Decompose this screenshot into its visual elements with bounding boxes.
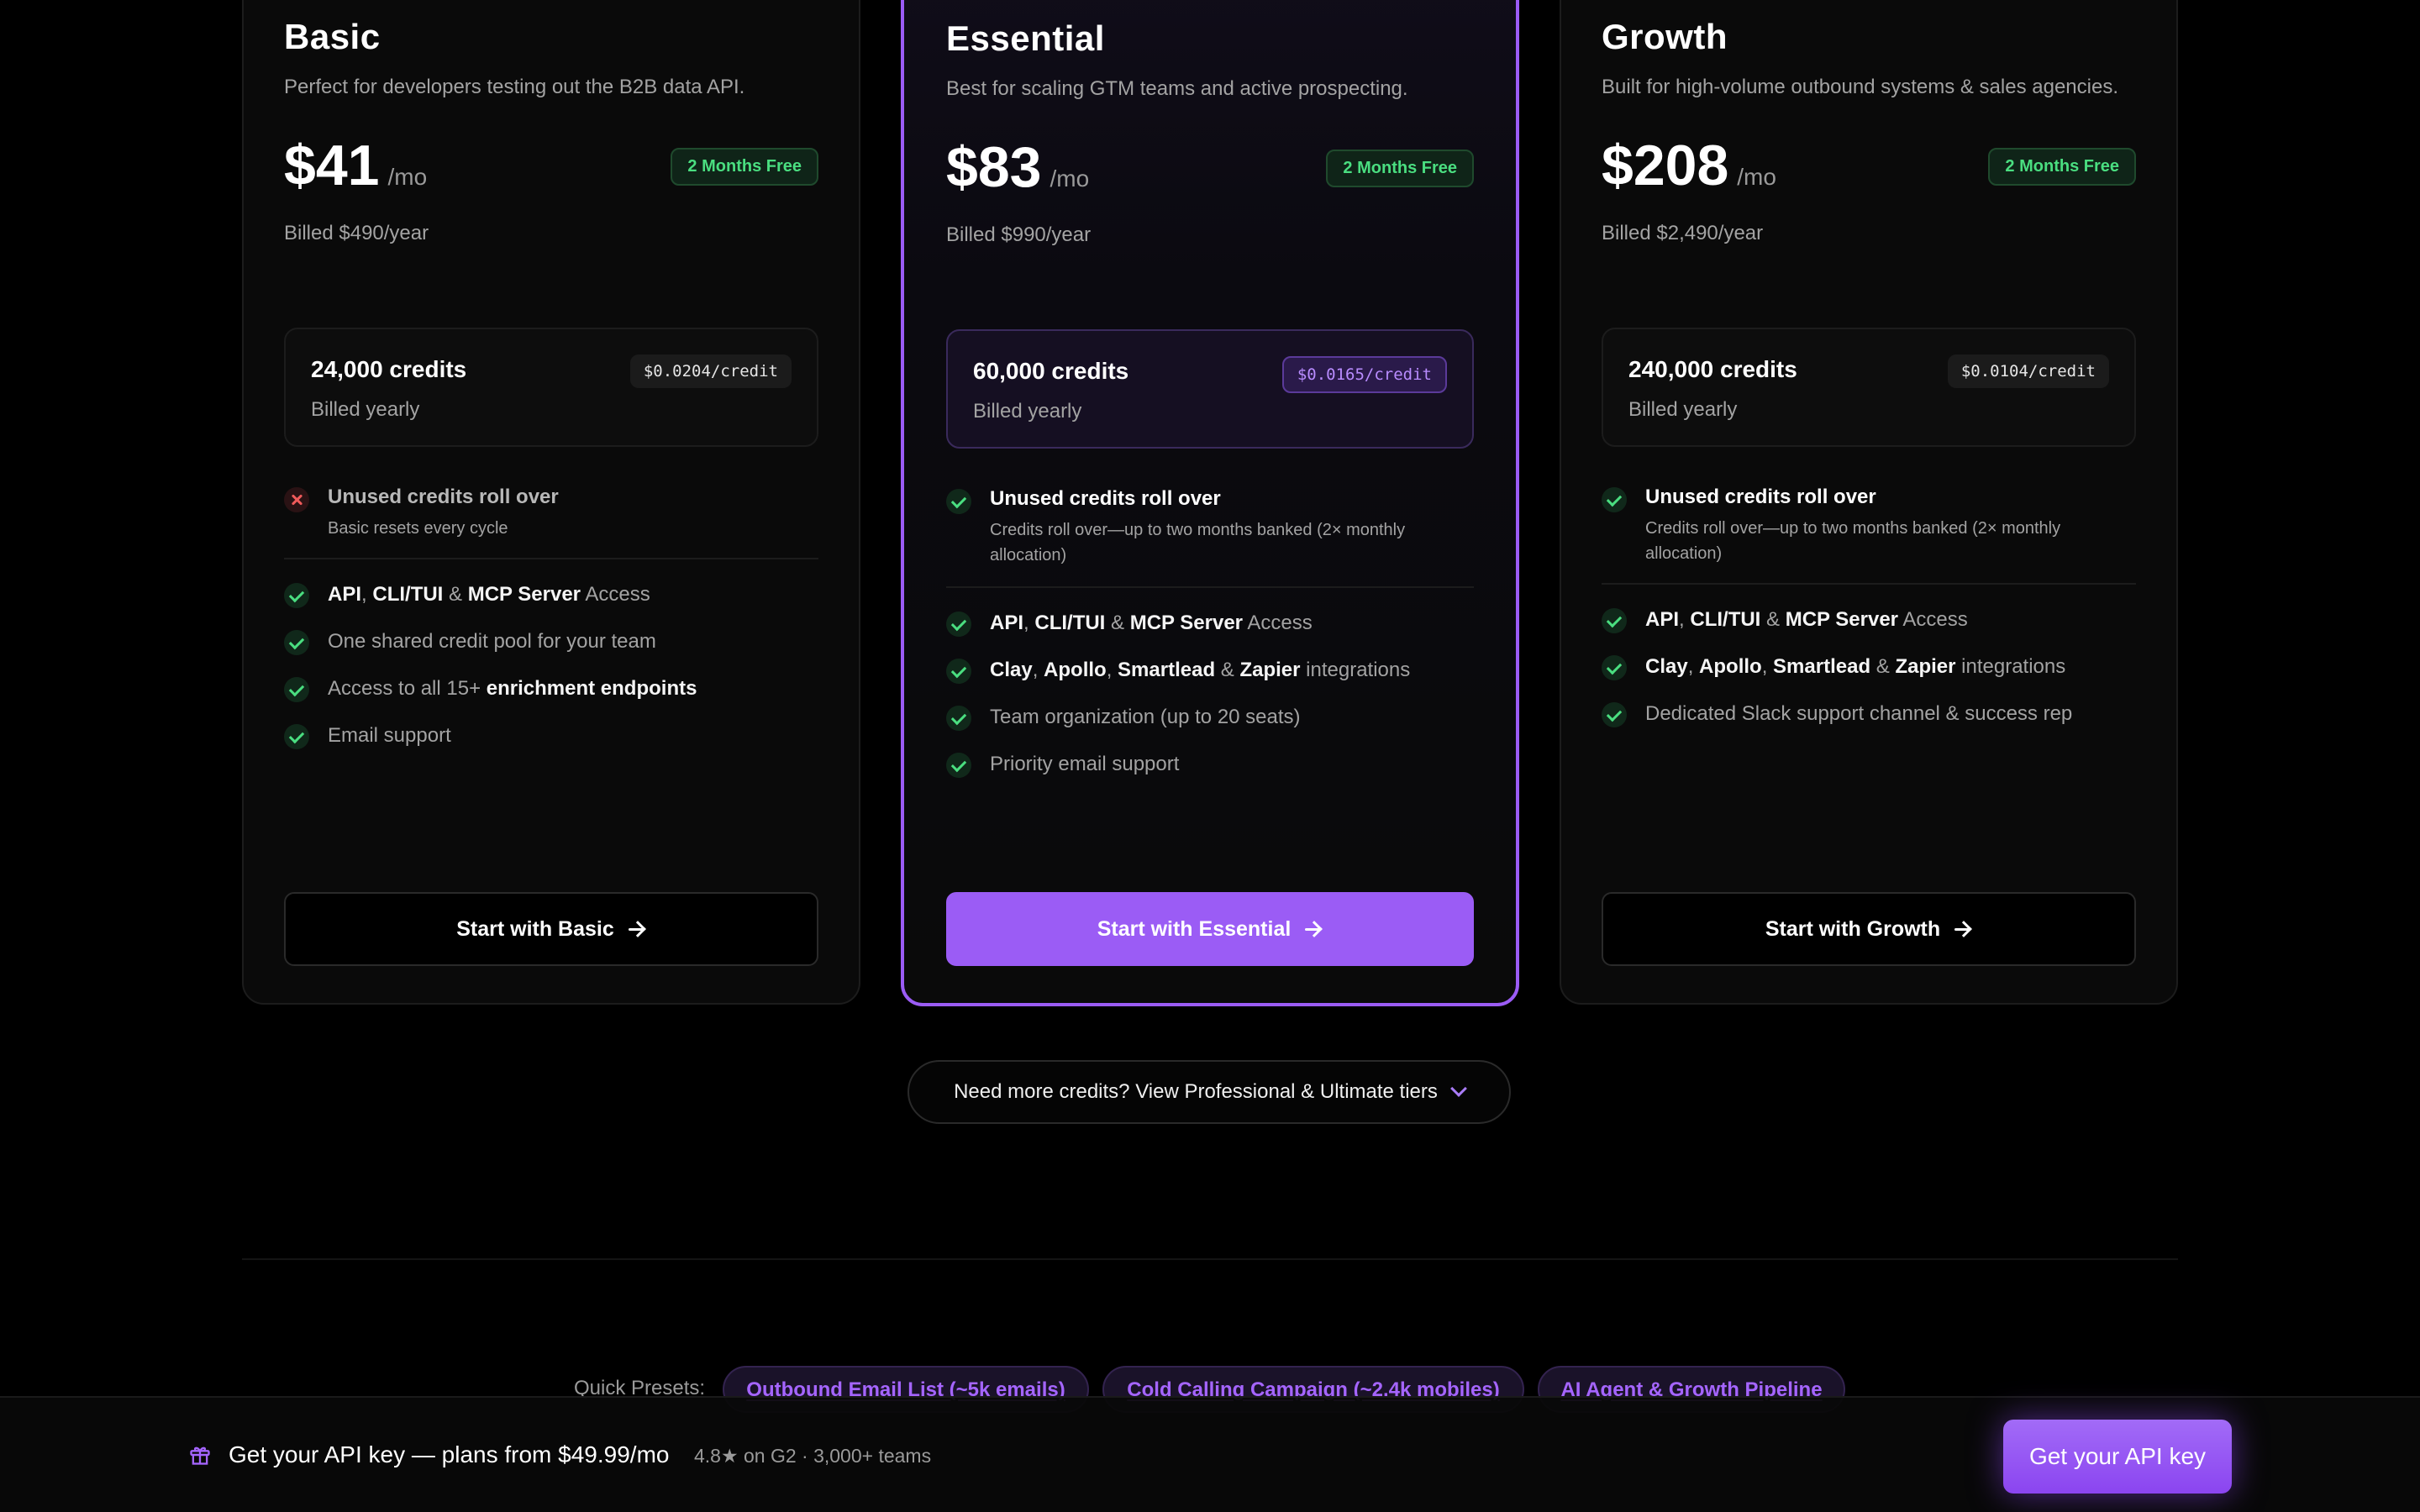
feature-item: Dedicated Slack support channel & succes… bbox=[1602, 701, 2136, 748]
price-row: $83/mo 2 Months Free bbox=[946, 134, 1474, 202]
gift-icon bbox=[190, 1446, 210, 1465]
check-icon bbox=[946, 706, 971, 731]
per-credit-price: $0.0104/credit bbox=[1947, 354, 2109, 388]
rollover-note: Basic resets every cycle bbox=[328, 519, 508, 538]
feature-item: API, CLI/TUI & MCP Server Access bbox=[946, 610, 1474, 657]
credits-amount: 240,000 credits bbox=[1628, 356, 1797, 382]
rollover-title: Unused credits roll over bbox=[990, 487, 1221, 510]
feature-item: Priority email support bbox=[946, 751, 1474, 798]
plan-name: Basic bbox=[284, 17, 381, 56]
plan-description: Perfect for developers testing out the B… bbox=[284, 76, 745, 98]
price: $41/mo bbox=[284, 134, 428, 197]
plan-description: Best for scaling GTM teams and active pr… bbox=[946, 77, 1408, 100]
check-icon bbox=[1602, 487, 1627, 512]
cross-icon bbox=[284, 487, 309, 512]
pricing-page: Basic Perfect for developers testing out… bbox=[0, 0, 2420, 1512]
divider bbox=[1602, 583, 2136, 585]
plan-description: Built for high-volume outbound systems &… bbox=[1602, 76, 2118, 98]
start-growth-button[interactable]: Start with Growth bbox=[1602, 892, 2136, 966]
check-icon bbox=[284, 630, 309, 655]
check-icon bbox=[1602, 655, 1627, 680]
feature-item: Email support bbox=[284, 722, 818, 769]
check-icon bbox=[1602, 608, 1627, 633]
discount-badge: 2 Months Free bbox=[1326, 150, 1474, 187]
feature-item: Access to all 15+ enrichment endpoints bbox=[284, 675, 818, 722]
get-api-key-button[interactable]: Get your API key bbox=[2003, 1420, 2232, 1494]
feature-item: API, CLI/TUI & MCP Server Access bbox=[1602, 606, 2136, 654]
credits-box: 60,000 credits Billed yearly $0.0165/cre… bbox=[946, 329, 1474, 449]
billed-amount: Billed $490/year bbox=[284, 222, 429, 244]
feature-item: API, CLI/TUI & MCP Server Access bbox=[284, 581, 818, 628]
arrow-right-icon bbox=[1304, 920, 1323, 938]
price-period: /mo bbox=[1737, 164, 1776, 190]
view-more-tiers-button[interactable]: Need more credits? View Professional & U… bbox=[908, 1060, 1511, 1124]
divider bbox=[284, 558, 818, 559]
price-row: $41/mo 2 Months Free bbox=[284, 133, 818, 200]
feature-list: API, CLI/TUI & MCP Server Access One sha… bbox=[284, 581, 818, 769]
feature-item: Clay, Apollo, Smartlead & Zapier integra… bbox=[946, 657, 1474, 704]
check-icon bbox=[946, 612, 971, 637]
billed-amount: Billed $2,490/year bbox=[1602, 222, 1764, 244]
plan-card-growth: Growth Built for high-volume outbound sy… bbox=[1560, 0, 2178, 1005]
credits-amount: 24,000 credits bbox=[311, 356, 467, 382]
check-icon bbox=[946, 489, 971, 514]
credits-amount: 60,000 credits bbox=[973, 358, 1129, 384]
view-more-tiers-label: Need more credits? View Professional & U… bbox=[954, 1080, 1438, 1103]
check-icon bbox=[1602, 702, 1627, 727]
feature-item: Clay, Apollo, Smartlead & Zapier integra… bbox=[1602, 654, 2136, 701]
sticky-bottom-bar: Get your API key — plans from $49.99/mo … bbox=[0, 1396, 2420, 1512]
check-icon bbox=[946, 659, 971, 684]
billed-amount: Billed $990/year bbox=[946, 223, 1092, 246]
bar-promo-text: Get your API key — plans from $49.99/mo bbox=[229, 1441, 670, 1467]
divider bbox=[946, 586, 1474, 588]
per-credit-price: $0.0204/credit bbox=[629, 354, 792, 388]
credits-box: 240,000 credits Billed yearly $0.0104/cr… bbox=[1602, 328, 2136, 447]
price: $83/mo bbox=[946, 135, 1090, 199]
arrow-right-icon bbox=[628, 920, 646, 938]
start-basic-button[interactable]: Start with Basic bbox=[284, 892, 818, 966]
credits-box: 24,000 credits Billed yearly $0.0204/cre… bbox=[284, 328, 818, 447]
check-icon bbox=[284, 724, 309, 749]
check-icon bbox=[284, 583, 309, 608]
feature-item: One shared credit pool for your team bbox=[284, 628, 818, 675]
plan-card-essential: Essential Best for scaling GTM teams and… bbox=[901, 0, 1519, 1006]
plan-name: Growth bbox=[1602, 17, 1728, 56]
check-icon bbox=[946, 753, 971, 778]
price-period: /mo bbox=[1050, 165, 1090, 192]
discount-badge: 2 Months Free bbox=[1988, 148, 2136, 186]
credits-billing: Billed yearly bbox=[973, 400, 1082, 423]
plan-name: Essential bbox=[946, 18, 1105, 58]
bar-rating: 4.8★ on G2 · 3,000+ teams bbox=[694, 1445, 932, 1467]
discount-badge: 2 Months Free bbox=[671, 148, 818, 186]
rollover-note: Credits roll over—up to two months banke… bbox=[990, 521, 1406, 564]
per-credit-price: $0.0165/credit bbox=[1281, 356, 1447, 393]
section-divider bbox=[242, 1258, 2178, 1260]
arrow-right-icon bbox=[1954, 920, 1972, 938]
plan-card-basic: Basic Perfect for developers testing out… bbox=[242, 0, 860, 1005]
chevron-down-icon bbox=[1449, 1080, 1467, 1097]
credits-billing: Billed yearly bbox=[1628, 398, 1738, 421]
rollover-note: Credits roll over—up to two months banke… bbox=[1645, 519, 2061, 563]
start-essential-button[interactable]: Start with Essential bbox=[946, 892, 1474, 966]
rollover-title: Unused credits roll over bbox=[1645, 486, 1876, 508]
price: $208/mo bbox=[1602, 134, 1776, 197]
rollover-title: Unused credits roll over bbox=[328, 486, 559, 508]
check-icon bbox=[284, 677, 309, 702]
feature-list: API, CLI/TUI & MCP Server Access Clay, A… bbox=[946, 610, 1474, 798]
credits-billing: Billed yearly bbox=[311, 398, 420, 421]
price-row: $208/mo 2 Months Free bbox=[1602, 133, 2136, 200]
feature-item: Team organization (up to 20 seats) bbox=[946, 704, 1474, 751]
price-period: /mo bbox=[387, 164, 428, 190]
feature-list: API, CLI/TUI & MCP Server Access Clay, A… bbox=[1602, 606, 2136, 748]
